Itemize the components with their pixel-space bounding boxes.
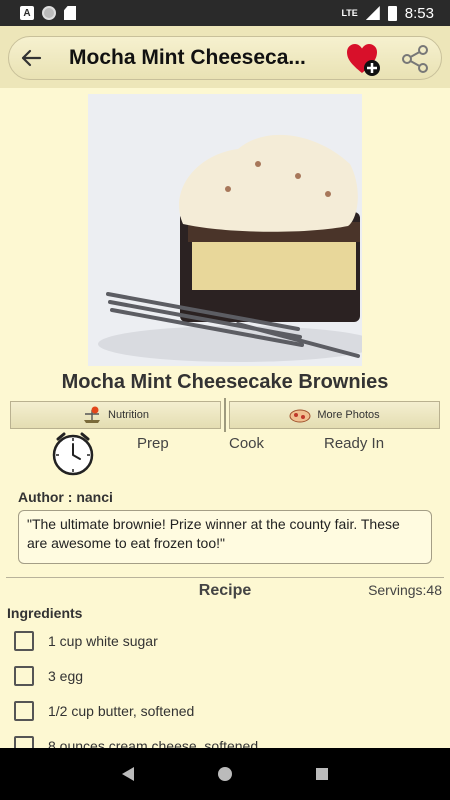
ingredient-row[interactable]: 3 egg [14,664,434,688]
nutrition-label: Nutrition [108,409,149,421]
app-notification-icon: A [20,6,34,20]
ingredient-text: 8 ounces cream cheese, softened [48,738,259,748]
recipe-photo[interactable] [88,94,362,366]
recipe-title: Mocha Mint Cheesecake Brownies [61,371,389,393]
cook-time-label: Cook [229,435,265,452]
sync-notification-icon [42,6,56,20]
section-divider [6,577,444,578]
nutrition-icon [84,406,101,423]
clock-icon [52,432,94,476]
recipe-content[interactable]: Mocha Mint Cheesecake Brownies Nutrition… [0,88,450,748]
ingredient-row[interactable]: 8 ounces cream cheese, softened [14,734,434,748]
system-nav-bar [0,748,450,800]
more-photos-label: More Photos [317,409,380,421]
ingredient-row[interactable]: 1 cup white sugar [14,629,434,653]
nav-home-icon[interactable] [218,767,232,781]
nav-recents-icon[interactable] [316,768,328,780]
ingredient-checkbox[interactable] [14,736,34,748]
more-photos-button[interactable]: More Photos [229,401,440,429]
sd-card-icon [64,6,76,20]
share-icon [402,45,428,73]
network-type: LTE [341,8,358,18]
ready-in-label: Ready In [324,435,385,452]
recipe-description: "The ultimate brownie! Prize winner at t… [18,510,432,564]
share-button[interactable] [399,43,431,75]
author-label[interactable]: Author : nanci [18,489,113,505]
ingredient-checkbox[interactable] [14,666,34,686]
ingredient-text: 1/2 cup butter, softened [48,703,195,719]
nav-back-icon[interactable] [122,767,134,781]
app-bar-pill: Mocha Mint Cheeseca... [8,36,442,80]
status-bar: A LTE 8:53 [0,0,450,26]
servings-count[interactable]: Servings:48 [368,582,442,598]
ingredient-row[interactable]: 1/2 cup butter, softened [14,699,434,723]
page-title: Mocha Mint Cheeseca... [69,46,306,69]
photos-icon [289,409,311,423]
prep-time-label: Prep [137,435,169,452]
status-time: 8:53 [404,4,434,22]
ingredient-checkbox[interactable] [14,631,34,651]
add-favorite-button[interactable] [345,41,381,77]
tab-divider [224,398,226,432]
battery-icon [387,5,397,21]
ingredient-text: 1 cup white sugar [48,633,158,649]
ingredient-checkbox[interactable] [14,701,34,721]
back-button[interactable] [9,36,53,80]
ingredients-heading: Ingredients [7,605,83,621]
signal-icon [365,6,380,20]
app-bar: Mocha Mint Cheeseca... [0,26,450,88]
ingredient-text: 3 egg [48,668,84,684]
nutrition-button[interactable]: Nutrition [10,401,221,429]
favorite-add-icon [347,44,380,76]
back-arrow-icon [21,49,42,67]
